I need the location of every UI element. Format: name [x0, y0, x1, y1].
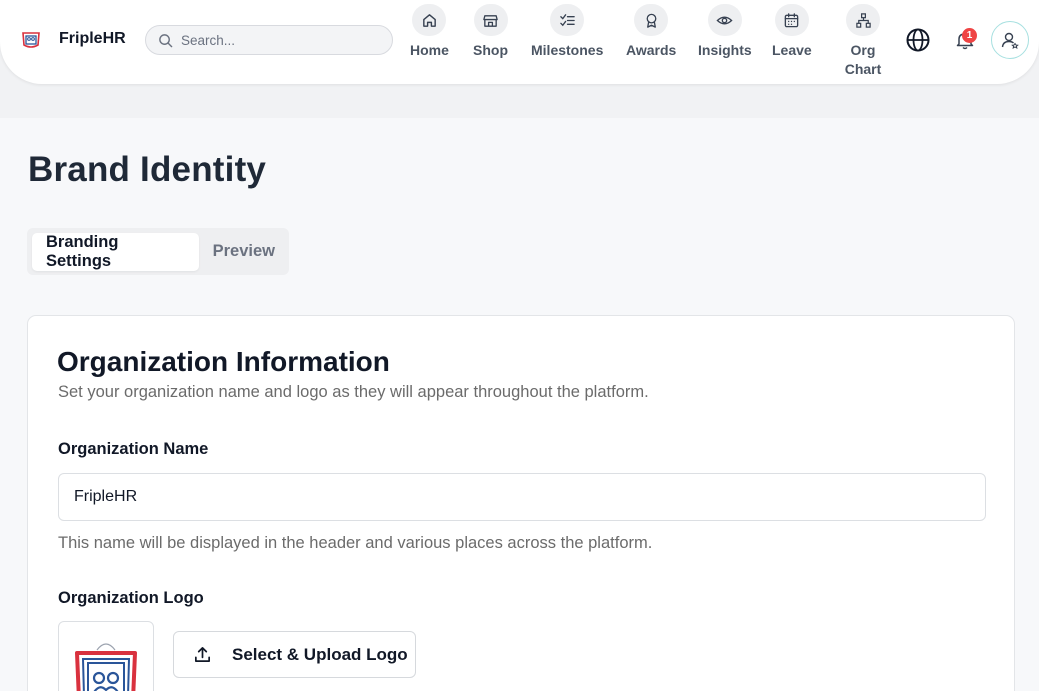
- nav-icon-wrap: [550, 4, 585, 36]
- nav-item-org-chart[interactable]: Org Chart: [845, 4, 881, 79]
- nav-icon-wrap: [473, 4, 508, 36]
- nav-label: Milestones: [531, 42, 604, 58]
- shop-icon: [483, 14, 498, 27]
- notification-badge: 1: [962, 28, 977, 43]
- org-name-field[interactable]: [58, 473, 986, 521]
- eye-icon: [716, 16, 733, 24]
- award-icon: [646, 13, 657, 28]
- search-input[interactable]: [181, 32, 381, 48]
- upload-icon: [194, 646, 211, 663]
- nav-icon-wrap: [634, 4, 669, 36]
- page-title: Brand Identity: [28, 150, 267, 189]
- search-box[interactable]: [145, 25, 393, 55]
- nav-label: Insights: [698, 42, 752, 58]
- nav-label: Shop: [473, 42, 508, 58]
- nav-icon-wrap: [774, 4, 809, 36]
- nav-item-awards[interactable]: Awards: [626, 4, 676, 60]
- nav-icon-wrap: [707, 4, 742, 36]
- logo-preview: [58, 621, 154, 691]
- nav-item-shop[interactable]: Shop: [473, 4, 508, 60]
- home-icon: [423, 13, 436, 27]
- brand-name: FripleHR: [59, 30, 126, 47]
- tab-preview[interactable]: Preview: [199, 233, 289, 271]
- nav-label: Org Chart: [844, 42, 882, 77]
- search-icon: [159, 33, 173, 47]
- brand-logo-icon: [22, 32, 40, 48]
- nav-icon-wrap: [846, 4, 880, 36]
- tab-branding-settings[interactable]: Branding Settings: [32, 232, 199, 271]
- upload-logo-label: Select & Upload Logo: [232, 644, 408, 664]
- nav-label: Awards: [626, 42, 677, 58]
- nav-item-home[interactable]: Home: [410, 4, 449, 60]
- org-logo-label: Organization Logo: [58, 589, 204, 607]
- top-navbar: FripleHR Home Shop Milestones Awards: [0, 0, 1039, 84]
- card-title: Organization Information: [57, 346, 390, 377]
- card-subtitle: Set your organization name and logo as t…: [58, 383, 649, 401]
- checklist-icon: [559, 13, 575, 26]
- org-chart-icon: [855, 12, 871, 28]
- upload-logo-button[interactable]: Select & Upload Logo: [173, 631, 416, 678]
- nav-item-insights[interactable]: Insights: [698, 4, 752, 60]
- org-logo-image: [75, 643, 137, 691]
- avatar[interactable]: [991, 21, 1029, 59]
- organization-info-card: Organization Information Set your organi…: [27, 315, 1015, 691]
- brand[interactable]: FripleHR: [20, 28, 126, 50]
- nav-label: Leave: [772, 42, 812, 58]
- tab-list: Branding Settings Preview: [27, 228, 289, 275]
- nav-item-leave[interactable]: Leave: [772, 4, 812, 60]
- org-name-hint: This name will be displayed in the heade…: [58, 534, 653, 552]
- globe-icon[interactable]: [905, 27, 931, 53]
- nav-label: Home: [410, 42, 449, 58]
- nav-item-milestones[interactable]: Milestones: [531, 4, 603, 60]
- org-name-label: Organization Name: [58, 440, 209, 458]
- calendar-icon: [785, 12, 799, 27]
- nav-icon-wrap: [412, 4, 447, 36]
- user-icon: [1001, 32, 1019, 49]
